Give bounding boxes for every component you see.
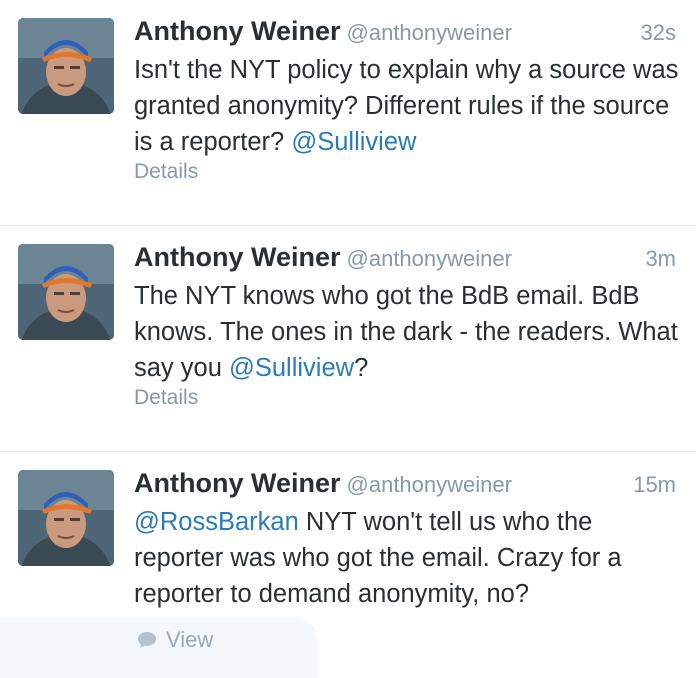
- tweet-username[interactable]: @anthonyweiner: [347, 20, 512, 45]
- mention-link[interactable]: @Sulliview: [291, 128, 416, 156]
- tweet-username[interactable]: @anthonyweiner: [347, 246, 512, 271]
- avatar[interactable]: [18, 244, 114, 340]
- tweet-text-part: The NYT knows who got the BdB email. BdB…: [134, 282, 678, 382]
- tweet-username[interactable]: @anthonyweiner: [347, 472, 512, 497]
- view-label: View: [166, 627, 214, 652]
- tweet-text: Isn't the NYT policy to explain why a so…: [134, 52, 679, 160]
- tweet-timestamp[interactable]: 32s: [641, 20, 676, 46]
- avatar[interactable]: [18, 470, 114, 566]
- tweet-timestamp[interactable]: 15m: [633, 472, 676, 498]
- avatar[interactable]: [18, 18, 114, 114]
- details-link[interactable]: Details: [134, 160, 198, 184]
- details-link[interactable]: Details: [134, 386, 198, 410]
- view-button[interactable]: View: [136, 627, 213, 653]
- tweet-fullname[interactable]: Anthony Weiner: [134, 242, 341, 272]
- tweet-text: The NYT knows who got the BdB email. BdB…: [134, 278, 679, 386]
- speech-bubble-icon: [138, 632, 156, 648]
- view-bar: View: [0, 618, 318, 678]
- tweet-text-part: ?: [354, 354, 369, 382]
- tweet-fullname[interactable]: Anthony Weiner: [134, 468, 341, 498]
- tweet[interactable]: Anthony Weiner @anthonyweiner 32s Isn't t…: [0, 0, 696, 226]
- tweet[interactable]: Anthony Weiner @anthonyweiner 3m The NYT …: [0, 226, 696, 452]
- tweet-fullname[interactable]: Anthony Weiner: [134, 16, 341, 46]
- tweet-text: @RossBarkan NYT won't tell us who the re…: [134, 504, 679, 612]
- tweet-timestamp[interactable]: 3m: [645, 246, 676, 272]
- mention-link[interactable]: @Sulliview: [229, 354, 354, 382]
- mention-link[interactable]: @RossBarkan: [134, 508, 299, 536]
